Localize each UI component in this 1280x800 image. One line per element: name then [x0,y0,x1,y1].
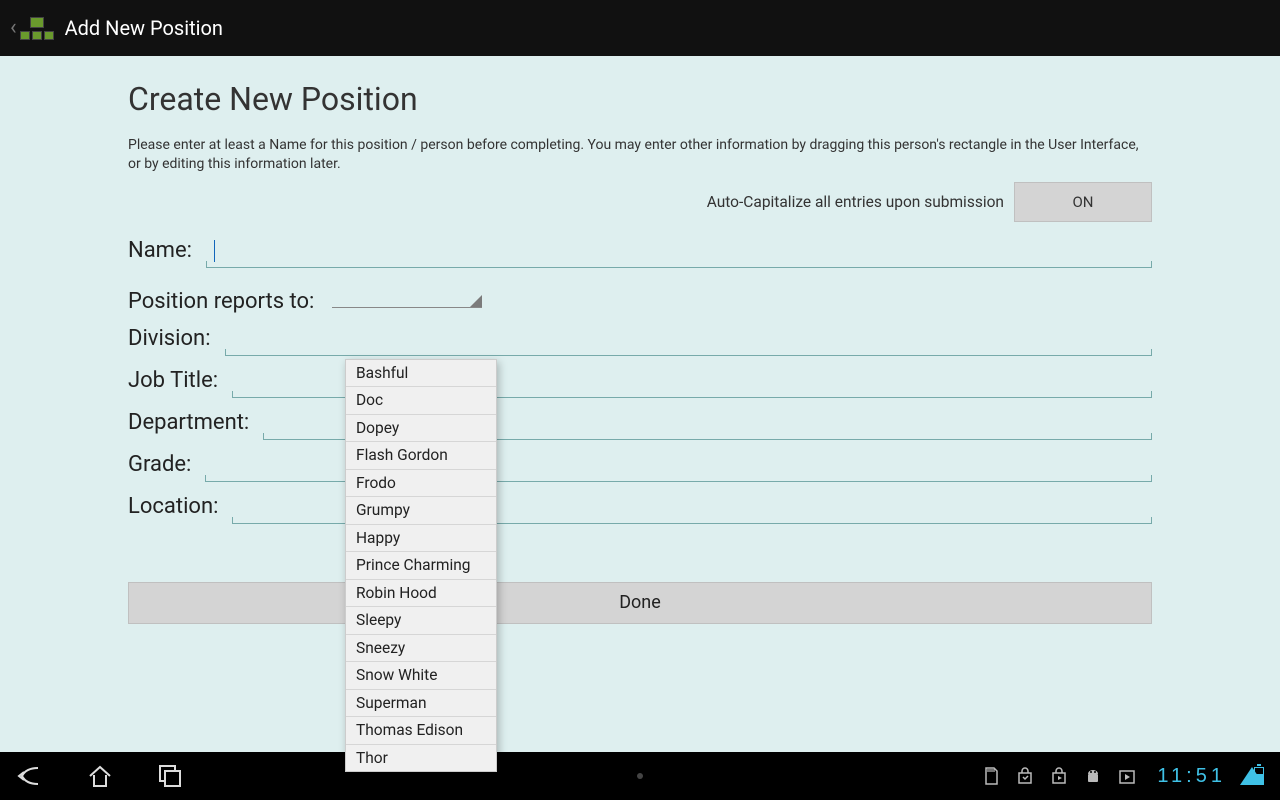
dropdown-item[interactable]: Robin Hood [346,580,496,607]
dropdown-item[interactable]: Prince Charming [346,552,496,579]
action-bar: ‹ Add New Position [0,0,1280,56]
location-label: Location: [128,494,228,519]
reports-to-dropdown-list: Bashful Doc Dopey Flash Gordon Frodo Gru… [345,359,497,772]
shop2-icon[interactable] [1049,766,1069,786]
clock-time: 11:51 [1157,765,1226,788]
dropdown-item[interactable]: Superman [346,690,496,717]
dropdown-item[interactable]: Grumpy [346,497,496,524]
shop-icon[interactable] [1015,766,1035,786]
dropdown-item[interactable]: Flash Gordon [346,442,496,469]
location-row: Location: [128,492,1152,524]
name-label: Name: [128,238,202,263]
grade-label: Grade: [128,452,201,477]
system-nav-bar: 11:51 [0,752,1280,800]
dropdown-item[interactable]: Sneezy [346,635,496,662]
sd-card-icon[interactable] [981,766,1001,786]
division-label: Division: [128,326,221,351]
reports-to-row: Position reports to: [128,278,1152,314]
job-title-label: Job Title: [128,368,228,393]
dropdown-item[interactable]: Thor [346,745,496,771]
division-input-wrap [225,324,1152,356]
app-logo-icon[interactable] [19,12,55,44]
back-icon[interactable]: ‹ [8,17,19,39]
nav-dot-icon [637,773,643,779]
name-row: Name: [128,236,1152,268]
recent-apps-nav-icon[interactable] [156,762,184,790]
battery-icon [1254,767,1264,785]
name-input[interactable] [206,236,1152,267]
page-title: Create New Position [128,80,1152,118]
division-input[interactable] [225,324,1152,355]
reports-to-label: Position reports to: [128,289,324,314]
division-row: Division: [128,324,1152,356]
done-button[interactable]: Done [128,582,1152,624]
dropdown-item[interactable]: Sleepy [346,607,496,634]
department-row: Department: [128,408,1152,440]
autocap-toggle[interactable]: ON [1014,182,1152,222]
intro-text: Please enter at least a Name for this po… [128,136,1152,174]
dropdown-item[interactable]: Frodo [346,470,496,497]
autocap-row: Auto-Capitalize all entries upon submiss… [128,182,1152,222]
name-input-wrap [206,236,1152,268]
grade-row: Grade: [128,450,1152,482]
reports-to-dropdown[interactable] [332,278,482,308]
department-label: Department: [128,410,259,435]
text-cursor-icon [214,240,215,262]
dropdown-item[interactable]: Bashful [346,360,496,387]
dropdown-item[interactable]: Snow White [346,662,496,689]
play-icon[interactable] [1117,766,1137,786]
autocap-label: Auto-Capitalize all entries upon submiss… [707,193,1004,211]
home-nav-icon[interactable] [86,762,114,790]
dropdown-item[interactable]: Doc [346,387,496,414]
back-nav-icon[interactable] [16,762,44,790]
android-icon[interactable] [1083,766,1103,786]
dropdown-item[interactable]: Thomas Edison [346,717,496,744]
dropdown-item[interactable]: Dopey [346,415,496,442]
job-title-row: Job Title: [128,366,1152,398]
dropdown-item[interactable]: Happy [346,525,496,552]
form-panel: Create New Position Please enter at leas… [0,56,1280,752]
action-bar-title: Add New Position [65,16,223,40]
